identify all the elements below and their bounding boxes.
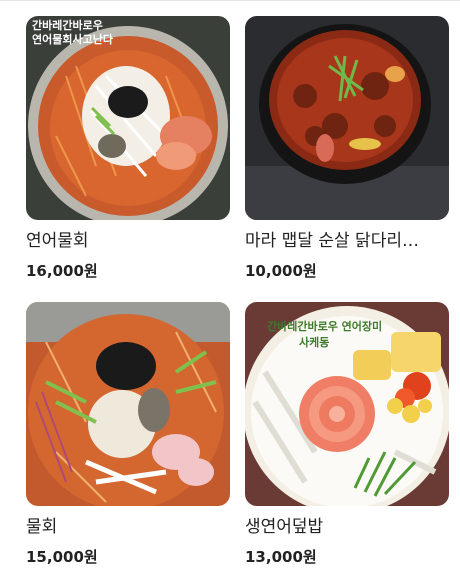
menu-item-name[interactable]: 물회	[26, 516, 230, 538]
menu-card-mala-chicken[interactable]: 마라 맵달 순살 닭다리… 10,000원	[245, 16, 449, 286]
top-divider	[0, 0, 460, 1]
salmon-rice-bowl-image[interactable]: 간바레간바로우 연어장미 사케동	[245, 302, 449, 506]
menu-item-price: 16,000원	[26, 262, 98, 280]
menu-item-price: 10,000원	[245, 262, 317, 280]
mulhoe-image[interactable]	[26, 302, 230, 506]
watermark-line-2: 사케동	[299, 335, 329, 349]
menu-card-mulhoe[interactable]: 물회 15,000원	[26, 302, 230, 572]
salmon-mulhoe-image[interactable]: 간바레간바로우 연어물회사고난다	[26, 16, 230, 220]
menu-item-price: 13,000원	[245, 548, 317, 566]
menu-item-name[interactable]: 마라 맵달 순살 닭다리…	[245, 230, 449, 252]
menu-item-name[interactable]: 연어물회	[26, 230, 230, 252]
menu-card-salmon-mulhoe[interactable]: 간바레간바로우 연어물회사고난다 연어물회 16,000원	[26, 16, 230, 286]
menu-item-price: 15,000원	[26, 548, 98, 566]
mala-chicken-image[interactable]	[245, 16, 449, 220]
menu-card-salmon-rice-bowl[interactable]: 간바레간바로우 연어장미 사케동 생연어덮밥 13,000원	[245, 302, 449, 572]
watermark-line-2: 연어물회사고난다	[32, 32, 114, 46]
watermark-line-1: 간바레간바로우 연어장미	[267, 319, 382, 333]
menu-item-name[interactable]: 생연어덮밥	[245, 516, 449, 538]
watermark-line-1: 간바레간바로우	[32, 18, 103, 32]
